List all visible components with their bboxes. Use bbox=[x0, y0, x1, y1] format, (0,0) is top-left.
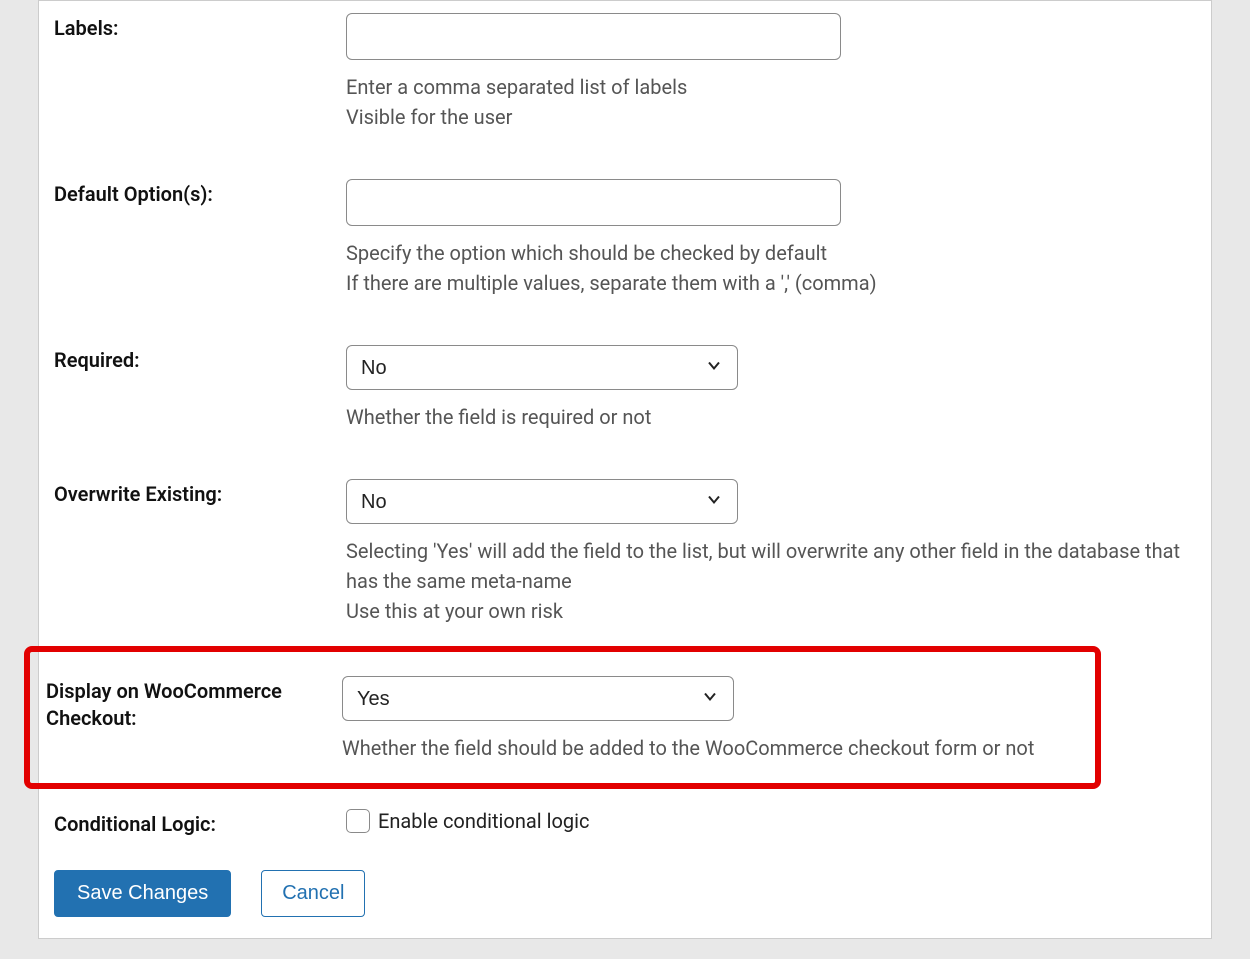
labels-help-1: Enter a comma separated list of labels bbox=[346, 72, 1196, 102]
highlight-woocommerce: Display on WooCommerce Checkout: Yes Whe… bbox=[24, 646, 1101, 789]
cancel-button[interactable]: Cancel bbox=[261, 870, 365, 917]
label-overwrite: Overwrite Existing: bbox=[54, 479, 346, 626]
conditional-checkbox[interactable] bbox=[346, 809, 370, 833]
default-options-help-1: Specify the option which should be check… bbox=[346, 238, 1196, 268]
settings-panel: Labels: Enter a comma separated list of … bbox=[38, 0, 1212, 939]
label-conditional: Conditional Logic: bbox=[54, 809, 346, 838]
labels-help-2: Visible for the user bbox=[346, 102, 1196, 132]
label-labels: Labels: bbox=[54, 13, 346, 132]
conditional-checkbox-label: Enable conditional logic bbox=[378, 809, 589, 833]
row-woocommerce: Display on WooCommerce Checkout: Yes Whe… bbox=[46, 676, 1087, 763]
labels-input[interactable] bbox=[346, 13, 841, 60]
row-default-options: Default Option(s): Specify the option wh… bbox=[54, 167, 1196, 333]
row-labels: Labels: Enter a comma separated list of … bbox=[54, 1, 1196, 167]
required-select[interactable]: No bbox=[346, 345, 738, 390]
label-default-options: Default Option(s): bbox=[54, 179, 346, 298]
overwrite-help-1: Selecting 'Yes' will add the field to th… bbox=[346, 536, 1196, 596]
row-conditional: Conditional Logic: Enable conditional lo… bbox=[54, 803, 1196, 866]
button-row: Save Changes Cancel bbox=[54, 866, 1196, 923]
save-button[interactable]: Save Changes bbox=[54, 870, 231, 917]
default-options-input[interactable] bbox=[346, 179, 841, 226]
label-required: Required: bbox=[54, 345, 346, 432]
row-overwrite: Overwrite Existing: No Selecting 'Yes' w… bbox=[54, 467, 1196, 646]
overwrite-help-2: Use this at your own risk bbox=[346, 596, 1196, 626]
required-help: Whether the field is required or not bbox=[346, 402, 1196, 432]
label-woocommerce: Display on WooCommerce Checkout: bbox=[46, 676, 342, 763]
row-required: Required: No Whether the field is requir… bbox=[54, 333, 1196, 467]
woocommerce-help: Whether the field should be added to the… bbox=[342, 733, 1087, 763]
overwrite-select[interactable]: No bbox=[346, 479, 738, 524]
woocommerce-select[interactable]: Yes bbox=[342, 676, 734, 721]
default-options-help-2: If there are multiple values, separate t… bbox=[346, 268, 1196, 298]
